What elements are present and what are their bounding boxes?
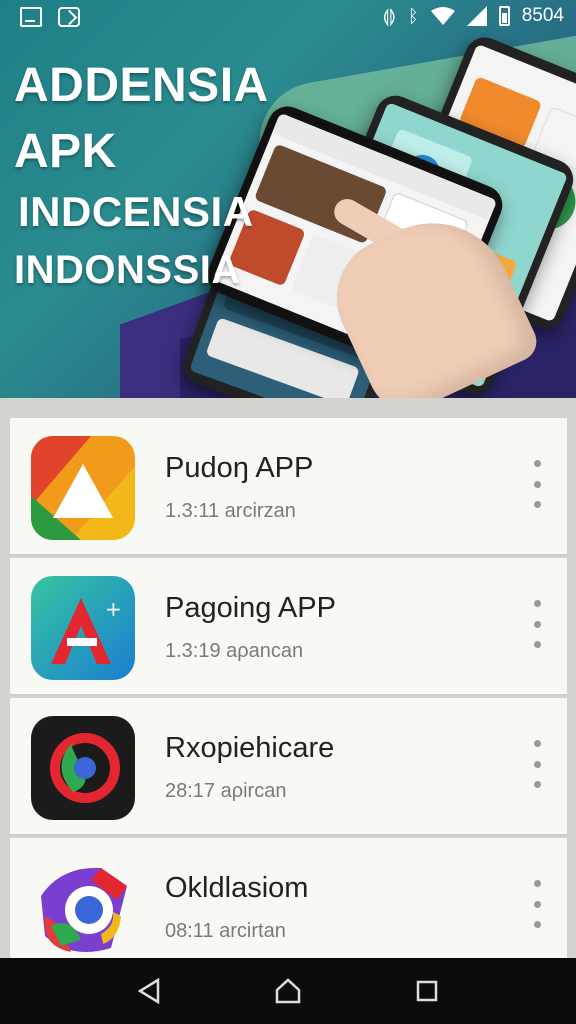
letter-a-logo-icon: + xyxy=(31,576,135,680)
more-options-icon[interactable] xyxy=(527,740,547,788)
more-options-icon[interactable] xyxy=(527,880,547,928)
bluetooth-icon: ᛒ xyxy=(407,6,419,26)
app-meta: 08:11 arcirtan xyxy=(165,920,286,942)
svg-text:+: + xyxy=(105,597,122,621)
app-meta: 1.3:11 arcirzan xyxy=(165,500,296,522)
cast-icon xyxy=(58,7,80,27)
app-name: Paɡoing APP xyxy=(165,592,336,624)
list-item[interactable]: + Paɡoing APP 1.3:19 aρancan xyxy=(10,558,567,696)
app-screen: ADDENSIA APK INDCENSIA INDONSSIA ⟬⟭ ᛒ 85… xyxy=(0,0,576,1024)
more-options-icon[interactable] xyxy=(527,460,547,508)
recents-button[interactable] xyxy=(407,971,447,1011)
app-name: Okldlasiom xyxy=(165,872,309,904)
home-icon xyxy=(275,978,301,1004)
app-meta: 28:17 aρircan xyxy=(165,780,287,802)
camera-swirl-logo-icon xyxy=(31,856,135,960)
list-item[interactable]: Okldlasiom 08:11 arcirtan xyxy=(10,838,567,976)
back-button[interactable] xyxy=(129,971,169,1011)
signal-icon xyxy=(466,6,487,26)
app-name: Pudoŋ APP xyxy=(165,452,314,484)
home-button[interactable] xyxy=(268,971,308,1011)
back-icon xyxy=(138,978,160,1004)
recents-icon xyxy=(416,980,437,1002)
hero-title-line-1: ADDENSIA xyxy=(14,59,269,112)
swirl-logo-icon xyxy=(31,716,135,820)
navigation-bar xyxy=(0,958,576,1024)
status-bar: ⟬⟭ ᛒ 8504 xyxy=(0,0,576,36)
app-meta: 1.3:19 aρancan xyxy=(165,640,304,662)
hero-title-line-4: INDONSSIA xyxy=(14,248,241,292)
hero-title-line-3: INDCENSIA xyxy=(18,188,254,235)
vibrate-icon: ⟬⟭ xyxy=(382,6,396,26)
app-name: Rxopiehicare xyxy=(165,732,335,764)
hero-title-line-2: APK xyxy=(14,125,117,178)
more-options-icon[interactable] xyxy=(527,600,547,648)
list-item[interactable]: Rxopiehicare 28:17 aρircan xyxy=(10,698,567,836)
hero-banner[interactable]: ADDENSIA APK INDCENSIA INDONSSIA xyxy=(0,0,576,398)
app-list: Pudoŋ APP 1.3:11 arcirzan + Paɡoing APP … xyxy=(0,398,576,976)
triangle-logo-icon xyxy=(31,436,135,540)
list-item[interactable]: Pudoŋ APP 1.3:11 arcirzan xyxy=(10,418,567,556)
battery-icon xyxy=(498,6,510,26)
screenshot-icon xyxy=(20,7,42,27)
status-time: 8504 xyxy=(521,5,564,26)
wifi-icon xyxy=(430,7,455,25)
